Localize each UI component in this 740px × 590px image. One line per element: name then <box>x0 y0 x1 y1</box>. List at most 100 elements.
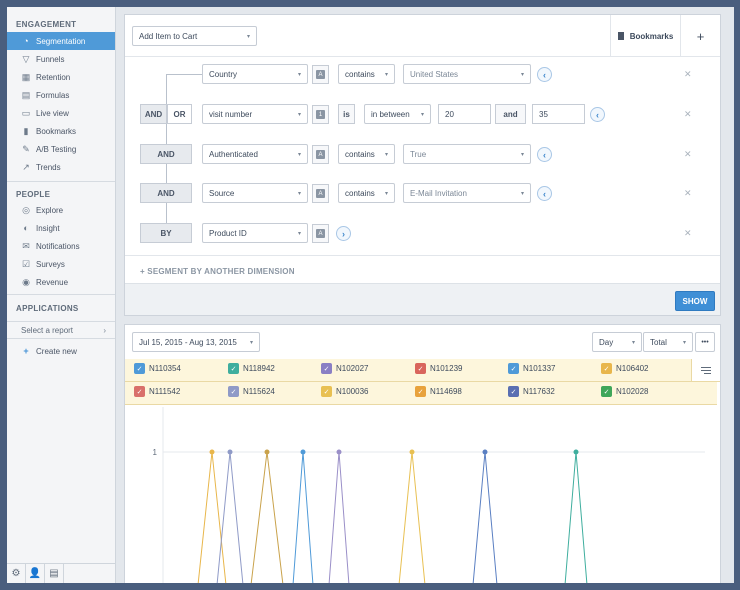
or-toggle[interactable]: OR <box>167 104 192 124</box>
data-point[interactable] <box>300 449 306 455</box>
checkbox-icon[interactable]: ✓ <box>415 386 426 397</box>
select-report-dropdown[interactable]: Select a report › <box>7 321 115 339</box>
checkbox-icon[interactable]: ✓ <box>228 363 239 374</box>
interval-value: Day <box>599 337 614 347</box>
close-icon[interactable]: ✕ <box>684 228 692 239</box>
group-by-select[interactable]: Product ID ▾ <box>202 223 308 243</box>
legend-item[interactable]: ✓ N100036 <box>321 386 368 397</box>
type-text-icon[interactable]: A <box>312 224 329 243</box>
close-icon[interactable]: ✕ <box>684 188 692 199</box>
and-toggle[interactable]: AND <box>140 104 167 124</box>
data-point[interactable] <box>209 449 215 455</box>
type-text-icon[interactable]: A <box>312 184 329 203</box>
checkbox-icon[interactable]: ✓ <box>601 386 612 397</box>
print-icon[interactable]: ▤ <box>45 564 64 583</box>
value-text: True <box>410 149 427 159</box>
property-select-visit[interactable]: visit number ▾ <box>202 104 308 124</box>
collapse-arrow-icon[interactable]: ‹ <box>537 147 552 162</box>
and-connector-label[interactable]: AND <box>140 144 192 164</box>
legend-item[interactable]: ✓ N106402 <box>601 363 648 374</box>
legend-item[interactable]: ✓ N110354 <box>134 363 181 374</box>
sidebar-item-segmentation[interactable]: ◔ Segmentation <box>7 32 115 50</box>
legend-menu-icon[interactable] <box>691 359 720 382</box>
more-options-button[interactable]: ••• <box>695 332 715 352</box>
legend-item[interactable]: ✓ N111542 <box>134 386 180 397</box>
sidebar-item-live-view[interactable]: ▭ Live view <box>7 104 115 122</box>
sidebar-item-trends[interactable]: ↗ Trends <box>7 158 115 176</box>
show-button[interactable]: SHOW <box>675 291 715 311</box>
interval-select[interactable]: Day ▾ <box>592 332 642 352</box>
close-icon[interactable]: ✕ <box>684 69 692 80</box>
sidebar-item-a-b-testing[interactable]: ✎ A/B Testing <box>7 140 115 158</box>
checkbox-icon[interactable]: ✓ <box>508 363 519 374</box>
checkbox-icon[interactable]: ✓ <box>601 363 612 374</box>
sidebar-item-surveys[interactable]: ☑ Surveys <box>7 255 115 273</box>
legend-item[interactable]: ✓ N102028 <box>601 386 648 397</box>
sidebar-item-retention[interactable]: ▦ Retention <box>7 68 115 86</box>
sidebar-item-explore[interactable]: ◎ Explore <box>7 201 115 219</box>
collapse-arrow-icon[interactable]: ‹ <box>537 67 552 82</box>
sidebar-item-revenue[interactable]: ◉ Revenue <box>7 273 115 291</box>
operator-select-between[interactable]: in between ▾ <box>364 104 431 124</box>
event-select[interactable]: Add Item to Cart ▾ <box>132 26 257 46</box>
checkbox-icon[interactable]: ✓ <box>134 386 145 397</box>
bookmarks-label: Bookmarks <box>629 31 674 41</box>
close-icon[interactable]: ✕ <box>684 109 692 120</box>
value-select-country[interactable]: United States ▾ <box>403 64 531 84</box>
checkbox-icon[interactable]: ✓ <box>228 386 239 397</box>
create-new-button[interactable]: + Create new <box>7 342 115 360</box>
expand-arrow-icon[interactable]: › <box>336 226 351 241</box>
range-to-input[interactable]: 35 <box>532 104 585 124</box>
segment-by-dimension-link[interactable]: + SEGMENT BY ANOTHER DIMENSION <box>140 267 295 276</box>
checkbox-icon[interactable]: ✓ <box>134 363 145 374</box>
legend-label: N101337 <box>523 364 556 373</box>
collapse-arrow-icon[interactable]: ‹ <box>537 186 552 201</box>
operator-select[interactable]: contains ▾ <box>338 64 395 84</box>
series-line <box>250 451 284 583</box>
type-text-icon[interactable]: A <box>312 65 329 84</box>
sidebar-item-bookmarks[interactable]: ▮ Bookmarks <box>7 122 115 140</box>
data-point[interactable] <box>482 449 488 455</box>
legend-item[interactable]: ✓ N118942 <box>228 363 275 374</box>
collapse-arrow-icon[interactable]: ‹ <box>590 107 605 122</box>
type-number-icon[interactable]: 1 <box>312 105 329 124</box>
checkbox-icon[interactable]: ✓ <box>321 386 332 397</box>
property-select-source[interactable]: Source ▾ <box>202 183 308 203</box>
range-from-input[interactable]: 20 <box>438 104 491 124</box>
measure-select[interactable]: Total ▾ <box>643 332 693 352</box>
checkbox-icon[interactable]: ✓ <box>415 363 426 374</box>
chevron-down-icon: ▾ <box>631 340 635 346</box>
legend-item[interactable]: ✓ N117632 <box>508 386 555 397</box>
sidebar-item-notifications[interactable]: ✉ Notifications <box>7 237 115 255</box>
bookmarks-button[interactable]: Bookmarks <box>610 15 680 57</box>
data-point[interactable] <box>264 449 270 455</box>
data-point[interactable] <box>409 449 415 455</box>
date-range-picker[interactable]: Jul 15, 2015 - Aug 13, 2015 ▾ <box>132 332 260 352</box>
and-connector-label[interactable]: AND <box>140 183 192 203</box>
legend-item[interactable]: ✓ N101239 <box>415 363 462 374</box>
gear-icon[interactable]: ⚙ <box>7 564 26 583</box>
data-point[interactable] <box>227 449 233 455</box>
legend-item[interactable]: ✓ N101337 <box>508 363 555 374</box>
legend-item[interactable]: ✓ N102027 <box>321 363 368 374</box>
property-select-country[interactable]: Country ▾ <box>202 64 308 84</box>
value-select-true[interactable]: True ▾ <box>403 144 531 164</box>
checkbox-icon[interactable]: ✓ <box>508 386 519 397</box>
property-select-authenticated[interactable]: Authenticated ▾ <box>202 144 308 164</box>
operator-select[interactable]: contains ▾ <box>338 183 395 203</box>
retention-icon: ▦ <box>21 72 31 82</box>
type-text-icon[interactable]: A <box>312 145 329 164</box>
legend-item[interactable]: ✓ N114698 <box>415 386 462 397</box>
legend-item[interactable]: ✓ N115624 <box>228 386 275 397</box>
checkbox-icon[interactable]: ✓ <box>321 363 332 374</box>
data-point[interactable] <box>573 449 579 455</box>
operator-select[interactable]: contains ▾ <box>338 144 395 164</box>
value-select-source[interactable]: E-Mail Invitation ▾ <box>403 183 531 203</box>
data-point[interactable] <box>336 449 342 455</box>
sidebar-item-insight[interactable]: ◐ Insight <box>7 219 115 237</box>
user-add-icon[interactable]: 👤 <box>26 564 45 583</box>
sidebar-item-formulas[interactable]: ▤ Formulas <box>7 86 115 104</box>
sidebar-item-funnels[interactable]: ▽ Funnels <box>7 50 115 68</box>
close-icon[interactable]: ✕ <box>684 149 692 160</box>
add-event-button[interactable]: + <box>680 15 720 57</box>
